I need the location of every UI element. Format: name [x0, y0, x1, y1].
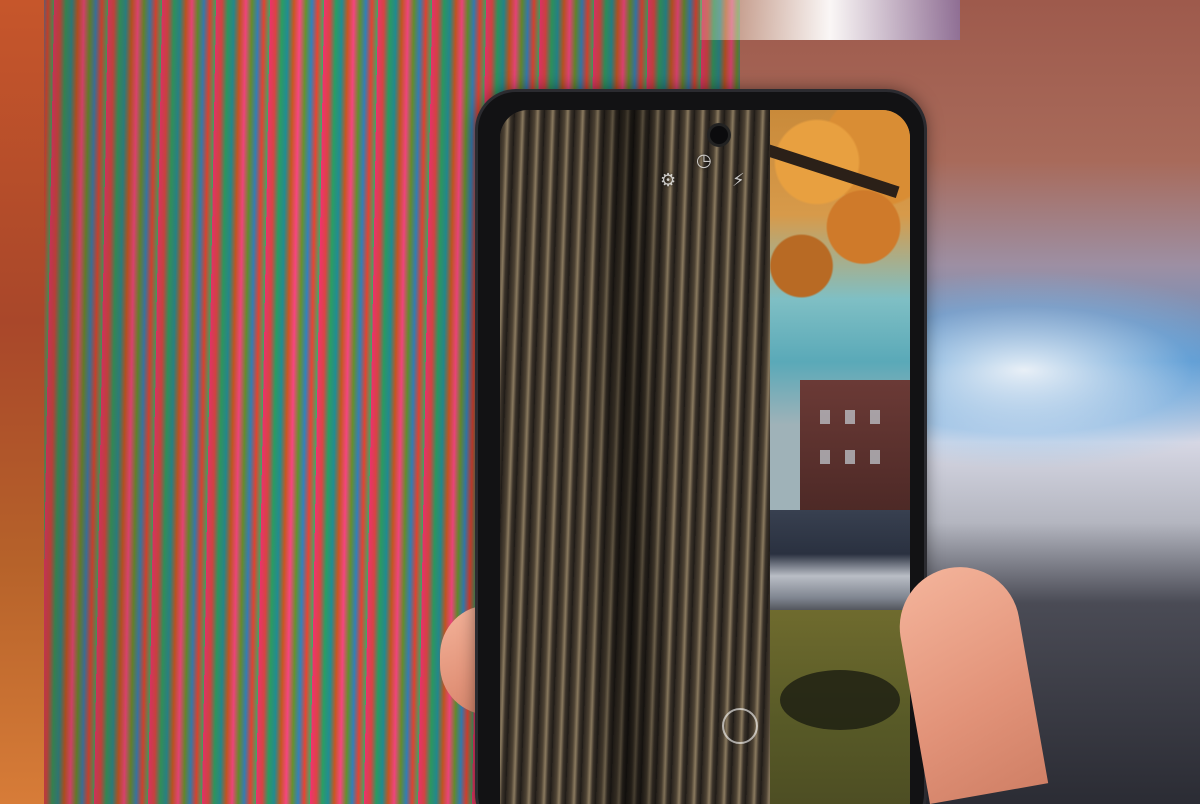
- window: [845, 410, 855, 424]
- front-camera-icon: [710, 126, 728, 144]
- window: [845, 450, 855, 464]
- flash-icon[interactable]: ⚡: [732, 170, 745, 191]
- top-glow: [700, 0, 960, 40]
- brick-building: [800, 380, 910, 520]
- timer-icon[interactable]: ◷: [696, 150, 712, 171]
- left-edge-strip: [0, 0, 44, 804]
- tree-shadow: [780, 670, 900, 730]
- parked-cars: [750, 510, 910, 620]
- phone-screen: ⚙ ⚡ ◷: [500, 110, 910, 804]
- window: [870, 450, 880, 464]
- bark-shadow: [590, 110, 670, 804]
- settings-icon[interactable]: ⚙: [660, 170, 676, 191]
- photo-scene: ⚙ ⚡ ◷: [0, 0, 1200, 804]
- window: [870, 410, 880, 424]
- smartphone: ⚙ ⚡ ◷: [478, 92, 924, 804]
- shutter-icon[interactable]: [722, 708, 758, 744]
- window: [820, 410, 830, 424]
- window: [820, 450, 830, 464]
